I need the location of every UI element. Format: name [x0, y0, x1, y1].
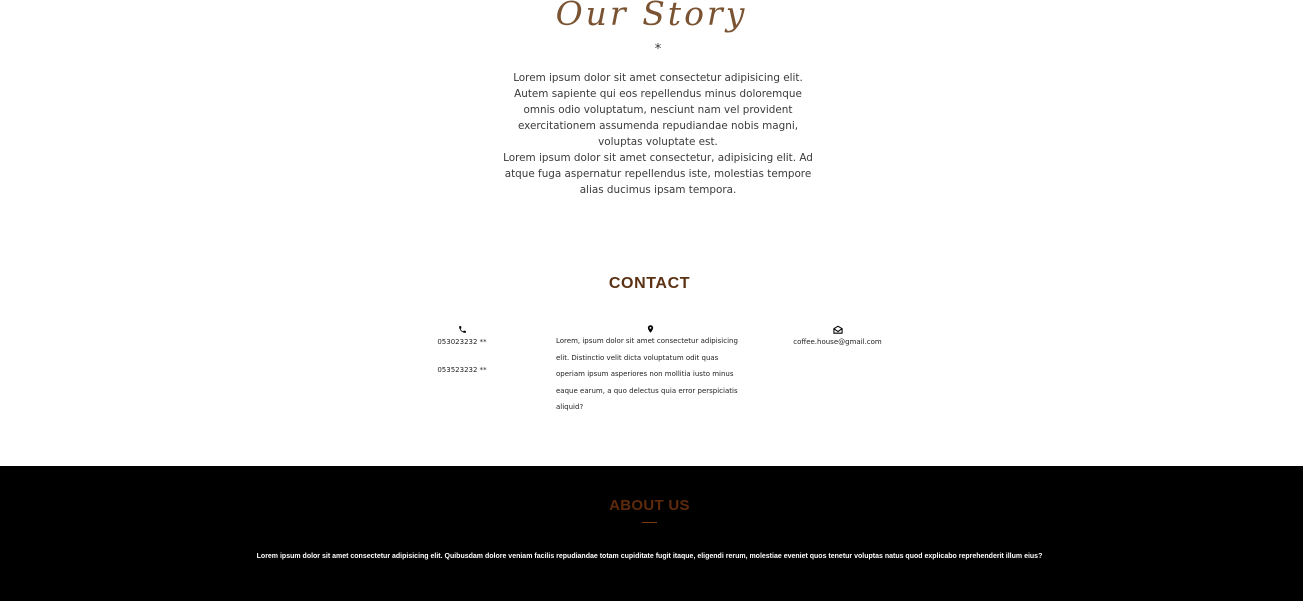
story-paragraph: Lorem ipsum dolor sit amet consectetur, … — [503, 152, 813, 196]
story-paragraph: Lorem ipsum dolor sit amet consectetur a… — [513, 72, 803, 148]
story-title: Our Story — [555, 0, 748, 33]
phone-number[interactable]: 053523232 ** — [420, 362, 504, 390]
phone-number[interactable]: 053023232 ** — [420, 334, 504, 362]
contact-phone: 053023232 ** 053523232 ** — [420, 324, 504, 390]
email-address[interactable]: coffee.house@gmail.com — [780, 334, 895, 350]
story-text: Lorem ipsum dolor sit amet consectetur a… — [503, 70, 813, 198]
contact-address: Lorem, ipsum dolor sit amet consectetur … — [556, 324, 746, 416]
story-divider: * — [654, 42, 662, 57]
about-us-footer: ABOUT US Lorem ipsum dolor sit amet cons… — [0, 466, 1303, 601]
contact-title: CONTACT — [608, 275, 691, 292]
phone-icon — [458, 326, 466, 333]
page: Our Story * Lorem ipsum dolor sit amet c… — [0, 0, 1303, 601]
about-title: ABOUT US — [609, 497, 690, 514]
about-text: Lorem ipsum dolor sit amet consectetur a… — [256, 553, 1043, 560]
about-divider — [642, 522, 657, 523]
map-pin-icon — [647, 325, 654, 333]
envelope-open-icon — [832, 325, 843, 334]
address-text: Lorem, ipsum dolor sit amet consectetur … — [556, 337, 738, 411]
contact-email: coffee.house@gmail.com — [780, 324, 895, 350]
